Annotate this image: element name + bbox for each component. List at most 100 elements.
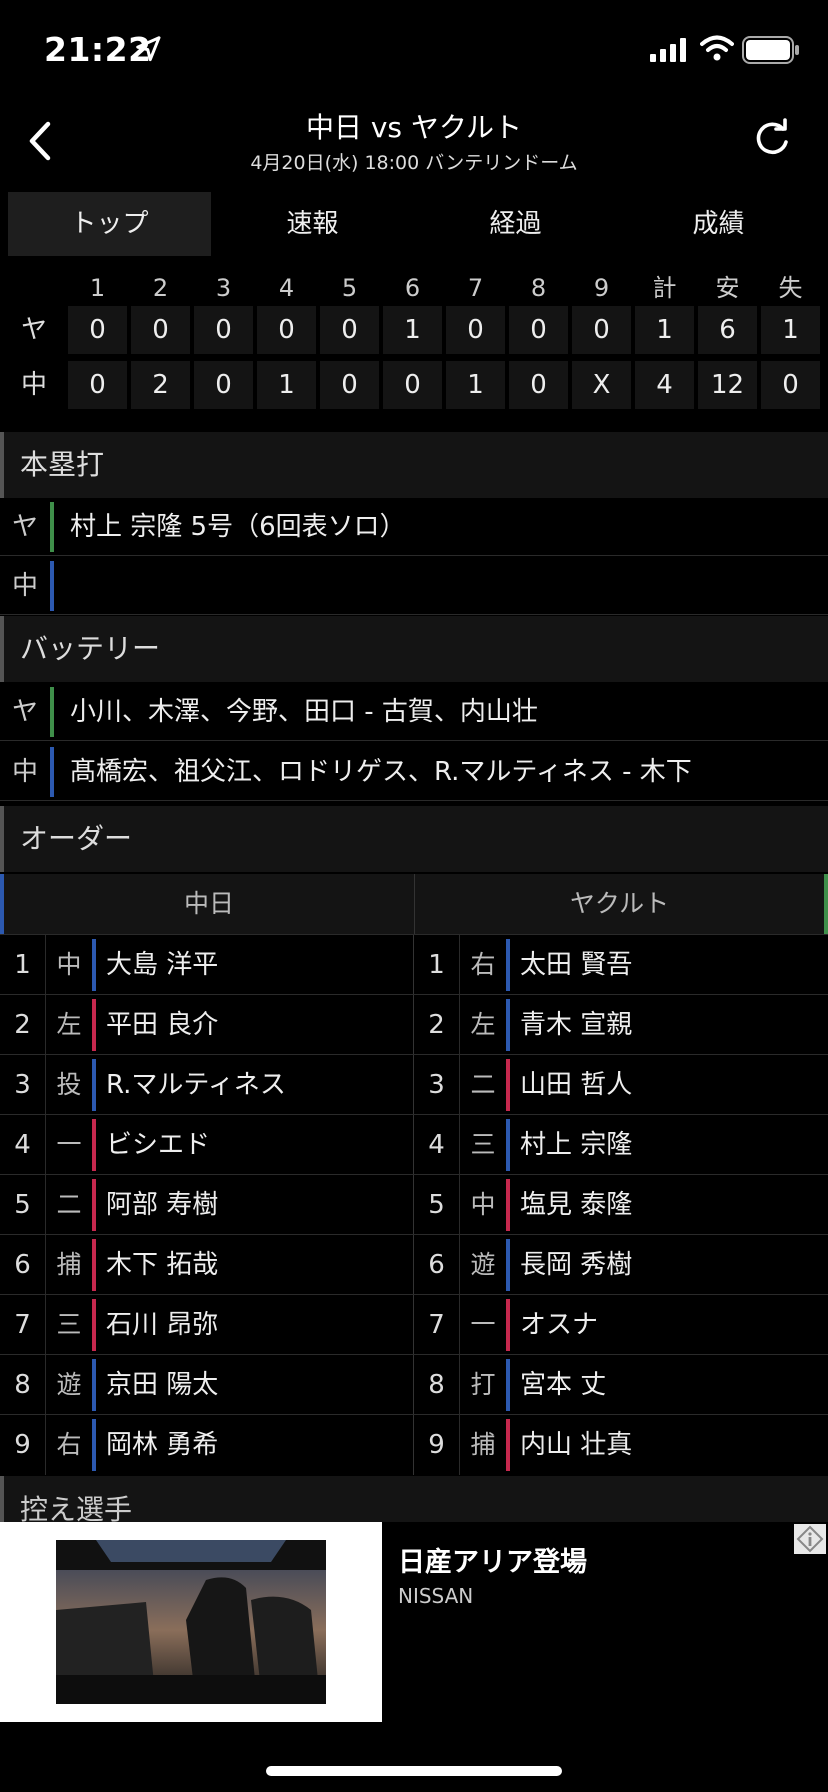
fielding-position: 左 [56, 1010, 82, 1039]
player-name[interactable]: 太田 賢吾 [520, 935, 632, 995]
fielding-position: 遊 [56, 1370, 82, 1399]
team-color-bar [50, 561, 54, 611]
score-cell: 1 [383, 306, 442, 354]
inning-header: 5 [341, 274, 358, 302]
battery-row-yakult: ヤ 小川、木澤、今野、田口 - 古賀、内山壮 [0, 683, 828, 741]
scoreboard-row-yakult: ヤ 0 0 0 0 0 1 0 0 0 1 6 1 [0, 306, 828, 354]
batting-order-number: 8 [414, 1355, 460, 1415]
inning-header: 8 [530, 274, 547, 302]
batting-order-number: 9 [0, 1415, 46, 1475]
ad-title[interactable]: 日産アリア登場 [398, 1540, 587, 1579]
player-name[interactable]: 長岡 秀樹 [520, 1235, 632, 1295]
homerun-text: 村上 宗隆 5号（6回表ソロ） [70, 512, 406, 542]
fielding-position: 一 [56, 1130, 82, 1159]
player-name[interactable]: 青木 宣親 [520, 995, 632, 1055]
section-title: 本塁打 [20, 448, 105, 481]
fielding-position: 三 [470, 1130, 496, 1159]
refresh-icon[interactable] [752, 118, 792, 158]
team-label: ヤ [20, 315, 47, 345]
ad-info-icon[interactable] [794, 1524, 826, 1554]
column-divider [413, 1295, 414, 1355]
home-indicator[interactable] [266, 1766, 562, 1776]
inning-header: 6 [404, 274, 421, 302]
batting-order-number: 1 [0, 935, 46, 995]
score-cell: 0 [446, 306, 505, 354]
team-tag: ヤ [11, 512, 38, 542]
batting-order-number: 6 [414, 1235, 460, 1295]
score-cell: 0 [509, 306, 568, 354]
team-color-bar [50, 747, 54, 797]
bat-hand-bar [506, 1239, 510, 1291]
section-title: 控え選手 [20, 1493, 133, 1522]
hits-cell: 6 [698, 306, 757, 354]
battery-section-header: バッテリー [0, 616, 828, 682]
scoreboard-header-row: 1 2 3 4 5 6 7 8 9 計 安 失 [0, 264, 828, 312]
status-bar: 21:22 [0, 0, 828, 100]
player-name[interactable]: オスナ [520, 1295, 598, 1355]
player-name[interactable]: 宮本 丈 [520, 1355, 606, 1415]
errors-cell: 1 [761, 306, 820, 354]
bat-hand-bar [92, 999, 96, 1051]
tab-progress[interactable]: 経過 [414, 192, 617, 256]
bat-hand-bar [92, 1179, 96, 1231]
batting-order-number: 4 [0, 1115, 46, 1175]
team-tag: 中 [11, 571, 38, 601]
bat-hand-bar [506, 1119, 510, 1171]
game-header: 中日 vs ヤクルト 4月20日(水) 18:00 バンテリンドーム [0, 100, 828, 180]
player-name[interactable]: 塩見 泰隆 [520, 1175, 632, 1235]
score-cell: 0 [320, 306, 379, 354]
bat-hand-bar [506, 1299, 510, 1351]
team-color-bar [50, 502, 54, 552]
score-cell: X [572, 361, 631, 409]
player-name[interactable]: 大島 洋平 [106, 935, 218, 995]
batting-order-number: 5 [0, 1175, 46, 1235]
battery-row-chunichi: 中 髙橋宏、祖父江、ロドリゲス、R.マルティネス - 木下 [0, 743, 828, 801]
bat-hand-bar [92, 1419, 96, 1471]
bat-hand-bar [92, 1359, 96, 1411]
player-name[interactable]: 石川 昂弥 [106, 1295, 218, 1355]
fielding-position: 右 [470, 950, 496, 979]
player-name[interactable]: 京田 陽太 [106, 1355, 218, 1415]
errors-cell: 0 [761, 361, 820, 409]
player-name[interactable]: 木下 拓哉 [106, 1235, 218, 1295]
score-cell: 0 [194, 361, 253, 409]
player-name[interactable]: 内山 壮真 [520, 1415, 632, 1475]
batting-order-number: 5 [414, 1175, 460, 1235]
hits-cell: 12 [698, 361, 757, 409]
ad-brand[interactable]: NISSAN [398, 1584, 473, 1608]
wifi-icon [700, 35, 734, 61]
player-name[interactable]: 平田 良介 [106, 995, 218, 1055]
fielding-position: 遊 [470, 1250, 496, 1279]
ad-banner[interactable]: 日産アリア登場 NISSAN [0, 1522, 828, 1722]
bat-hand-bar [92, 1299, 96, 1351]
inning-header: 9 [593, 274, 610, 302]
batting-order-number: 9 [414, 1415, 460, 1475]
ad-image-frame[interactable] [0, 1522, 382, 1722]
homerun-section-header: 本塁打 [0, 432, 828, 498]
tab-stats[interactable]: 成績 [617, 192, 820, 256]
fielding-position: 捕 [56, 1250, 82, 1279]
score-cell: 0 [320, 361, 379, 409]
batting-order-number: 1 [414, 935, 460, 995]
score-cell: 0 [572, 306, 631, 354]
tab-live[interactable]: 速報 [211, 192, 414, 256]
fielding-position: 中 [470, 1190, 496, 1219]
player-name[interactable]: 岡林 勇希 [106, 1415, 218, 1475]
tab-top[interactable]: トップ [8, 192, 211, 256]
car-interior-image [56, 1540, 326, 1704]
inning-header: 2 [152, 274, 169, 302]
player-name[interactable]: R.マルティネス [106, 1055, 286, 1115]
player-name[interactable]: ビシエド [106, 1115, 210, 1175]
battery-icon [742, 36, 799, 64]
bat-hand-bar [92, 1059, 96, 1111]
total-header: 計 [652, 274, 677, 302]
tab-bar: トップ 速報 経過 成績 [8, 192, 820, 256]
player-name[interactable]: 村上 宗隆 [520, 1115, 632, 1175]
section-title: バッテリー [20, 632, 161, 665]
signal-icon [650, 38, 686, 62]
player-name[interactable]: 山田 哲人 [520, 1055, 632, 1115]
section-title: オーダー [20, 822, 133, 855]
order-row: 4 一ビシエド 4 三村上 宗隆 [0, 1114, 828, 1175]
order-section-header: オーダー [0, 806, 828, 872]
player-name[interactable]: 阿部 寿樹 [106, 1175, 218, 1235]
